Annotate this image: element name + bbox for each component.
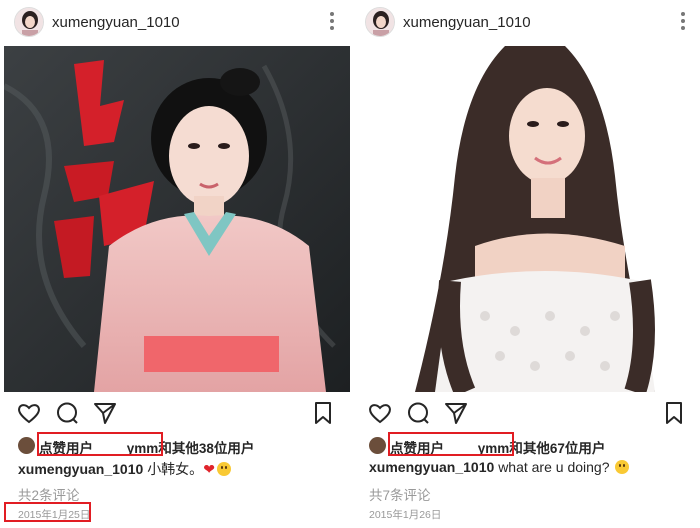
post-date: 2015年1月26日	[369, 509, 442, 521]
caption: xumengyuan_1010 what are u doing?	[369, 459, 630, 475]
user-avatar[interactable]	[365, 7, 395, 37]
post-username[interactable]: xumengyuan_1010	[52, 14, 180, 31]
likes-user[interactable]: ____ymm	[97, 441, 159, 456]
post-header: xumengyuan_1010	[4, 0, 350, 46]
post-photo[interactable]	[4, 46, 350, 392]
heart-outline-icon[interactable]	[16, 400, 42, 426]
liker-avatar	[369, 437, 386, 454]
heart-emoji-icon: ❤	[203, 461, 215, 477]
likes-prefix: 点赞用户	[390, 441, 444, 456]
bookmark-icon[interactable]	[661, 400, 687, 426]
user-avatar[interactable]	[14, 7, 44, 37]
action-bar	[355, 398, 700, 428]
comment-icon[interactable]	[405, 400, 431, 426]
likes-text: 点赞用户 ____ymm和其他67位用户	[390, 437, 605, 457]
caption: xumengyuan_1010 小韩女。❤	[18, 459, 231, 479]
wink-emoji-icon	[615, 460, 630, 474]
more-vertical-icon[interactable]	[322, 9, 342, 35]
caption-text: 小韩女。	[147, 461, 204, 477]
send-icon[interactable]	[92, 400, 118, 426]
post-photo[interactable]	[355, 46, 700, 392]
comment-icon[interactable]	[54, 400, 80, 426]
more-vertical-icon[interactable]	[673, 9, 693, 35]
bookmark-icon[interactable]	[310, 400, 336, 426]
likes-suffix: 和其他67位用户	[509, 441, 606, 456]
caption-text: what are u doing?	[498, 459, 610, 475]
view-comments-link[interactable]: 共7条评论	[369, 484, 431, 504]
liker-avatar	[18, 437, 35, 454]
view-comments-link[interactable]: 共2条评论	[18, 484, 80, 504]
post-date: 2015年1月25日	[18, 509, 91, 521]
likes-prefix: 点赞用户	[39, 441, 93, 456]
post-username[interactable]: xumengyuan_1010	[403, 14, 531, 31]
post-card-2: xumengyuan_1010 点赞用户 ____ymm和其他67位用户 xum…	[355, 0, 700, 528]
post-header: xumengyuan_1010	[355, 0, 700, 46]
caption-username[interactable]: xumengyuan_1010	[369, 459, 494, 475]
likes-suffix: 和其他38位用户	[158, 441, 255, 456]
wink-emoji-icon	[216, 462, 231, 476]
caption-username[interactable]: xumengyuan_1010	[18, 461, 143, 477]
post-card-1: xumengyuan_1010 点赞用户 ____ymm和其他38位用户 xum…	[4, 0, 350, 528]
send-icon[interactable]	[443, 400, 469, 426]
likes-text: 点赞用户 ____ymm和其他38位用户	[39, 437, 254, 457]
action-bar	[4, 398, 350, 428]
likes-user[interactable]: ____ymm	[448, 441, 510, 456]
heart-outline-icon[interactable]	[367, 400, 393, 426]
